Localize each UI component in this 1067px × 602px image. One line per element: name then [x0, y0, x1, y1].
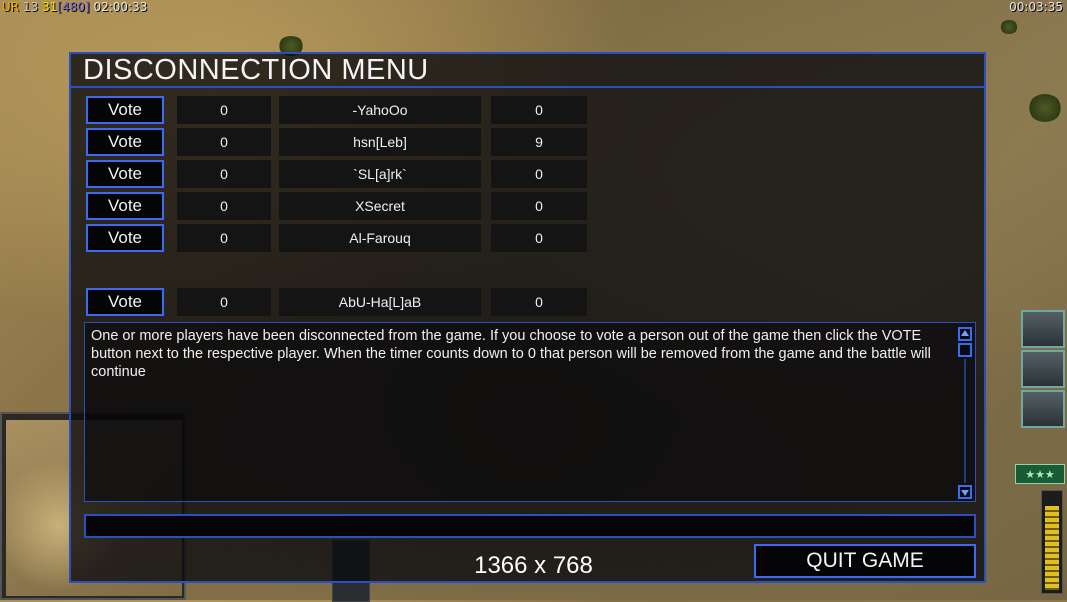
player-name: -YahoOo [279, 96, 481, 124]
player-name: hsn[Leb] [279, 128, 481, 156]
player-timer: 0 [491, 224, 587, 252]
message-scrollbar[interactable] [958, 327, 972, 499]
player-timer: 9 [491, 128, 587, 156]
disconnect-message: One or more players have been disconnect… [91, 328, 931, 380]
radar-scan-icon[interactable] [1021, 310, 1065, 348]
vote-count: 0 [177, 128, 271, 156]
quit-game-button[interactable]: QUIT GAME [754, 544, 976, 578]
disconnection-dialog: DISCONNECTION MENU Vote 0 -YahoOo 0 Vote… [69, 52, 986, 583]
scroll-up-icon[interactable] [958, 327, 972, 341]
power-meter-fill [1045, 506, 1059, 590]
message-box: One or more players have been disconnect… [84, 322, 976, 502]
elapsed-clock: 00:03:35 [1009, 0, 1063, 14]
drone-icon[interactable] [1021, 390, 1065, 428]
vote-count: 0 [177, 192, 271, 220]
title-divider [71, 86, 984, 88]
hud-stat-3: [480] [57, 0, 90, 14]
vote-count: 0 [177, 96, 271, 124]
vote-count: 0 [177, 288, 271, 316]
player-name: AbU-Ha[L]aB [279, 288, 481, 316]
vote-count: 0 [177, 224, 271, 252]
scroll-down-icon[interactable] [958, 485, 972, 499]
game-clock: 02:00:33 [93, 0, 148, 14]
vote-button[interactable]: Vote [86, 192, 164, 220]
player-name: `SL[a]rk` [279, 160, 481, 188]
dialog-title: DISCONNECTION MENU [83, 54, 429, 86]
tree-decoration [1028, 94, 1062, 122]
player-name: XSecret [279, 192, 481, 220]
vote-count: 0 [177, 160, 271, 188]
vote-button[interactable]: Vote [86, 96, 164, 124]
player-timer: 0 [491, 288, 587, 316]
chat-input[interactable] [84, 514, 976, 538]
player-timer: 0 [491, 96, 587, 124]
vote-button[interactable]: Vote [86, 128, 164, 156]
scroll-track[interactable] [964, 359, 966, 483]
player-timer: 0 [491, 192, 587, 220]
resolution-label: 1366 x 768 [474, 552, 593, 579]
vote-button[interactable]: Vote [86, 160, 164, 188]
player-timer: 0 [491, 160, 587, 188]
player-name: Al-Farouq [279, 224, 481, 252]
power-meter [1041, 490, 1063, 594]
rank-stars-badge: ★★★ [1015, 464, 1065, 484]
vote-button[interactable]: Vote [86, 224, 164, 252]
hud-stat-1: 13 [22, 0, 39, 14]
hud-stat-2: 31 [42, 0, 58, 14]
hud-stats: UR 13 31[480] 02:00:33 [2, 0, 147, 14]
scroll-thumb[interactable] [958, 343, 972, 357]
hud-ur-label: UR [2, 0, 20, 14]
vote-button[interactable]: Vote [86, 288, 164, 316]
satellite-icon[interactable] [1021, 350, 1065, 388]
tree-decoration [1000, 20, 1018, 34]
